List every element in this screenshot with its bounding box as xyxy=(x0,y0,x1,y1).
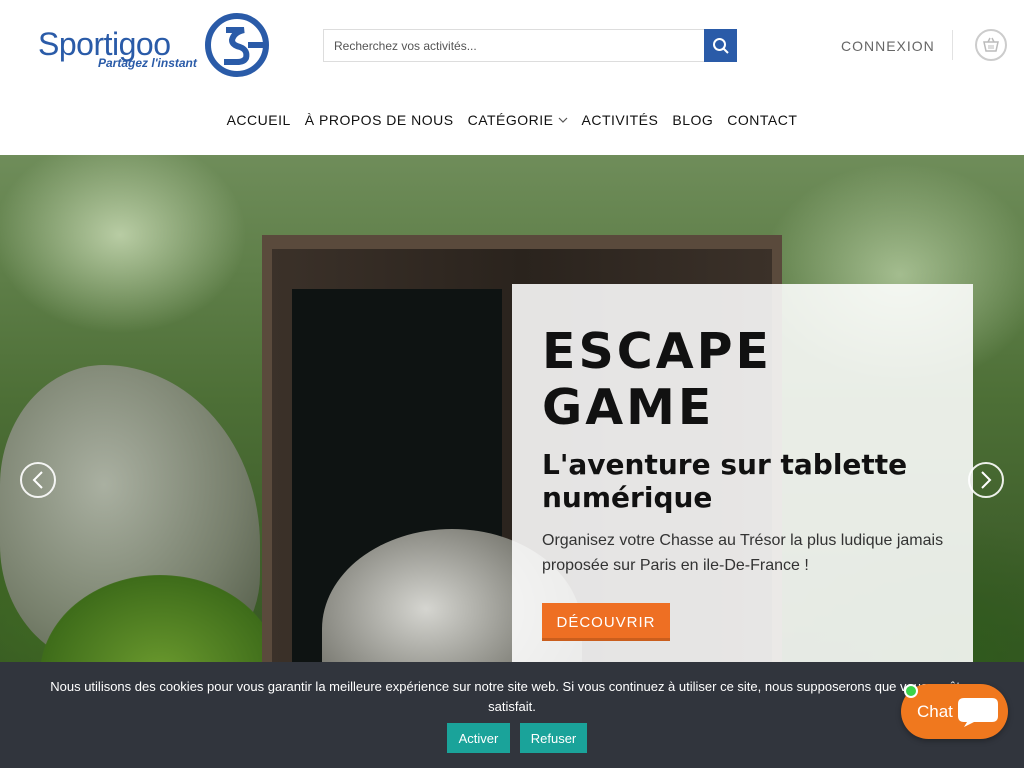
search-button[interactable] xyxy=(704,29,737,62)
online-status-dot xyxy=(904,684,918,698)
search-input[interactable] xyxy=(323,29,704,62)
search-icon xyxy=(712,37,729,54)
slide-title: ESCAPE GAME xyxy=(542,323,773,436)
cart-button[interactable] xyxy=(975,29,1007,61)
slider-prev-button[interactable] xyxy=(20,462,56,498)
chevron-down-icon xyxy=(558,117,567,123)
login-link[interactable]: CONNEXION xyxy=(841,38,935,54)
chat-bubble-icon xyxy=(958,698,998,727)
chevron-right-icon xyxy=(981,471,992,489)
main-nav: ACCUEIL À PROPOS DE NOUS CATÉGORIE ACTIV… xyxy=(0,112,1024,128)
cookie-refuse-button[interactable]: Refuser xyxy=(520,723,587,753)
header-divider xyxy=(952,30,953,60)
chevron-left-icon xyxy=(32,471,43,489)
nav-item-label: CATÉGORIE xyxy=(467,112,554,128)
slider-next-button[interactable] xyxy=(968,462,1004,498)
nav-item-label: BLOG xyxy=(672,112,714,128)
nav-item-categorie[interactable]: CATÉGORIE xyxy=(468,112,568,128)
nav-item-contact[interactable]: CONTACT xyxy=(727,112,797,128)
nav-item-label: CONTACT xyxy=(727,112,798,128)
nav-item-a-propos[interactable]: À PROPOS DE NOUS xyxy=(305,112,454,128)
site-header: Sportigoo Partagez l'instant CONNEXION A… xyxy=(0,0,1024,155)
chat-widget-button[interactable]: Chat xyxy=(901,684,1008,739)
nav-item-accueil[interactable]: ACCUEIL xyxy=(227,112,291,128)
chat-label: Chat xyxy=(917,702,953,721)
nav-item-label: ACCUEIL xyxy=(226,112,291,128)
cookie-accept-button[interactable]: Activer xyxy=(447,723,510,753)
cart-icon xyxy=(983,37,999,52)
nav-item-label: À PROPOS DE NOUS xyxy=(304,112,454,128)
cookie-banner: Nous utilisons des cookies pour vous gar… xyxy=(0,662,1024,768)
slide-description: Organisez votre Chasse au Trésor la plus… xyxy=(542,532,944,574)
logo-tagline: Partagez l'instant xyxy=(98,56,197,70)
cookie-message: Nous utilisons des cookies pour vous gar… xyxy=(50,679,974,714)
nav-item-activites[interactable]: ACTIVITÉS xyxy=(582,112,659,128)
nav-item-blog[interactable]: BLOG xyxy=(672,112,713,128)
nav-item-label: ACTIVITÉS xyxy=(581,112,659,128)
slide-subtitle: L'aventure sur tablette numérique xyxy=(542,448,908,514)
logo-mark-icon xyxy=(205,13,269,77)
discover-button[interactable]: DÉCOUVRIR xyxy=(542,603,670,641)
search-bar xyxy=(323,29,737,62)
site-logo[interactable]: Sportigoo Partagez l'instant xyxy=(38,12,270,78)
